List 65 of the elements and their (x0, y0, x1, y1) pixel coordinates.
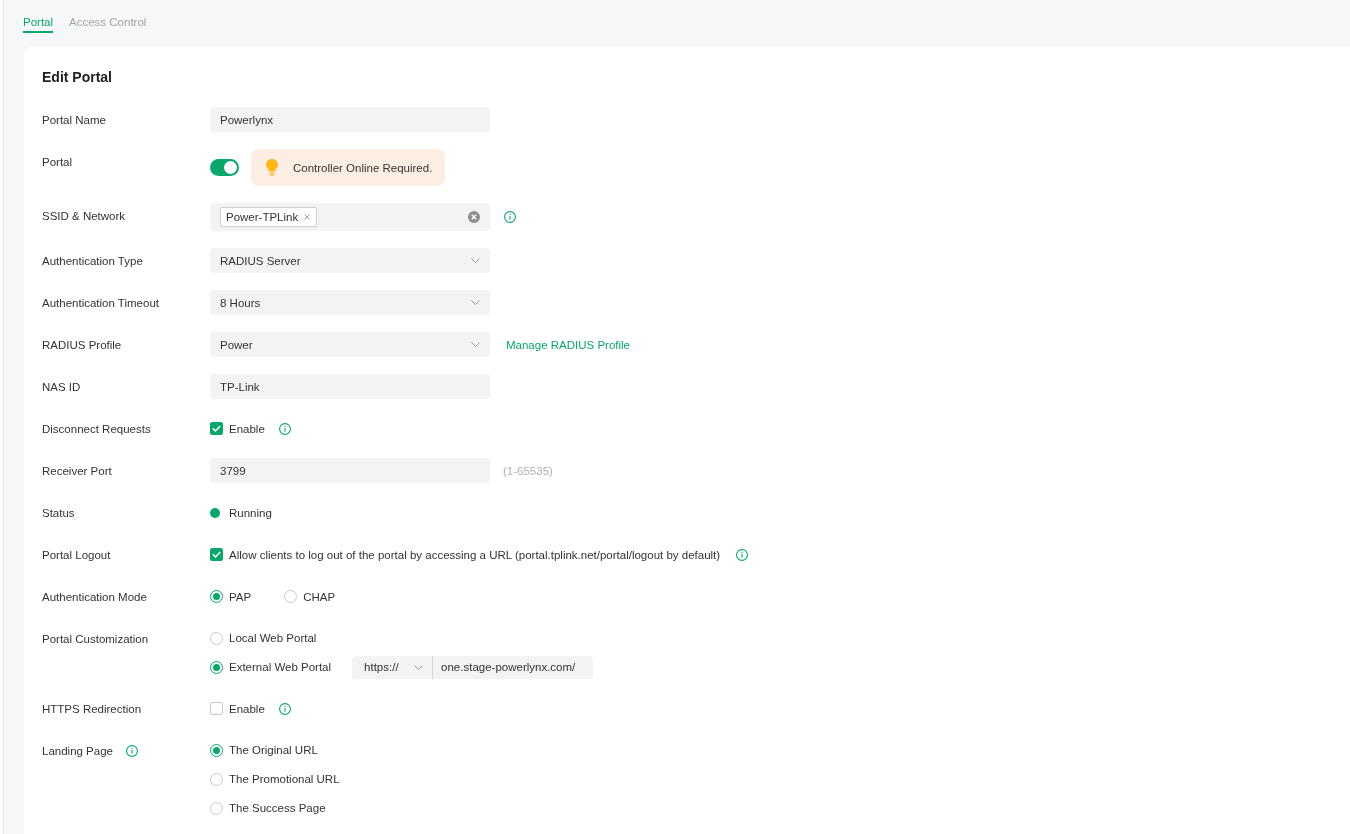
form-title: Edit Portal (42, 68, 112, 87)
network-tag: Power-TPLink (220, 207, 318, 227)
radio-button[interactable] (210, 631, 223, 645)
lightbulb-icon (266, 159, 278, 176)
text-field[interactable]: 3799 (210, 458, 490, 483)
url-field[interactable]: one.stage-powerlynx.com/ (432, 655, 594, 679)
select-field[interactable]: RADIUS Server (210, 248, 490, 273)
field-label: Authentication Type (42, 254, 143, 267)
field-label: Portal Logout (42, 548, 111, 561)
checkbox-label[interactable]: Enable (229, 422, 265, 435)
select-field[interactable]: 8 Hours (210, 290, 490, 315)
chevron-down-icon (471, 342, 480, 347)
check-icon (212, 551, 221, 558)
notice-text: Controller Online Required. (293, 161, 433, 174)
radio-label[interactable]: External Web Portal (229, 661, 332, 673)
status-text: Running (229, 506, 272, 519)
checkbox-label[interactable]: Enable (229, 702, 265, 715)
info-icon[interactable] (736, 548, 749, 561)
info-icon[interactable] (278, 702, 291, 715)
toggle-switch[interactable] (210, 159, 239, 176)
checkbox[interactable] (210, 422, 223, 435)
field-label: Receiver Port (42, 464, 112, 477)
radio-button[interactable] (210, 590, 223, 603)
radio-button[interactable] (210, 660, 223, 674)
chevron-down-icon (471, 258, 480, 263)
radio-button[interactable] (284, 590, 298, 603)
radio-label[interactable]: The Success Page (229, 802, 326, 814)
field-label: Portal (42, 155, 73, 168)
radio-button[interactable] (210, 801, 223, 815)
checkbox[interactable] (210, 548, 223, 561)
check-icon (212, 425, 221, 432)
range-hint: (1-65535) (503, 464, 553, 477)
status-dot-icon (210, 507, 220, 518)
field-label: Authentication Mode (42, 590, 147, 603)
info-icon[interactable] (126, 744, 138, 757)
scheme-select[interactable]: https:// (352, 655, 433, 679)
radio-label[interactable]: PAP (229, 590, 252, 603)
field-label: Authentication Timeout (42, 296, 159, 309)
radio-label[interactable]: CHAP (303, 590, 336, 603)
field-label: HTTPS Redirection (42, 702, 142, 715)
field-label: Landing Page (42, 744, 113, 757)
radio-button[interactable] (210, 772, 223, 786)
field-label: Portal Customization (42, 632, 149, 645)
close-icon[interactable] (304, 214, 311, 220)
radio-label[interactable]: The Promotional URL (229, 773, 340, 785)
tag-input-field[interactable]: Power-TPLink (210, 203, 490, 231)
field-label: Portal Name (42, 113, 106, 126)
field-label: RADIUS Profile (42, 338, 122, 351)
checkbox[interactable] (210, 702, 223, 715)
chevron-down-icon (414, 664, 424, 670)
select-field[interactable]: Power (210, 332, 490, 357)
info-icon[interactable] (278, 422, 291, 435)
field-label: NAS ID (42, 380, 81, 393)
radio-button[interactable] (210, 743, 223, 757)
radio-label[interactable]: The Original URL (229, 744, 318, 756)
clear-icon[interactable] (468, 211, 480, 223)
field-label: Disconnect Requests (42, 422, 151, 435)
info-icon[interactable] (504, 211, 516, 223)
checkbox-label[interactable]: Allow clients to log out of the portal by accessing a URL (portal.tplink.net/portal/logout by default) (229, 548, 721, 561)
radio-label[interactable]: Local Web Portal (229, 632, 317, 644)
text-field[interactable]: Powerlynx (210, 107, 490, 132)
field-label: SSID & Network (42, 209, 126, 222)
field-label: Status (42, 506, 75, 519)
text-field[interactable]: TP-Link (210, 374, 490, 399)
chevron-down-icon (471, 300, 480, 305)
